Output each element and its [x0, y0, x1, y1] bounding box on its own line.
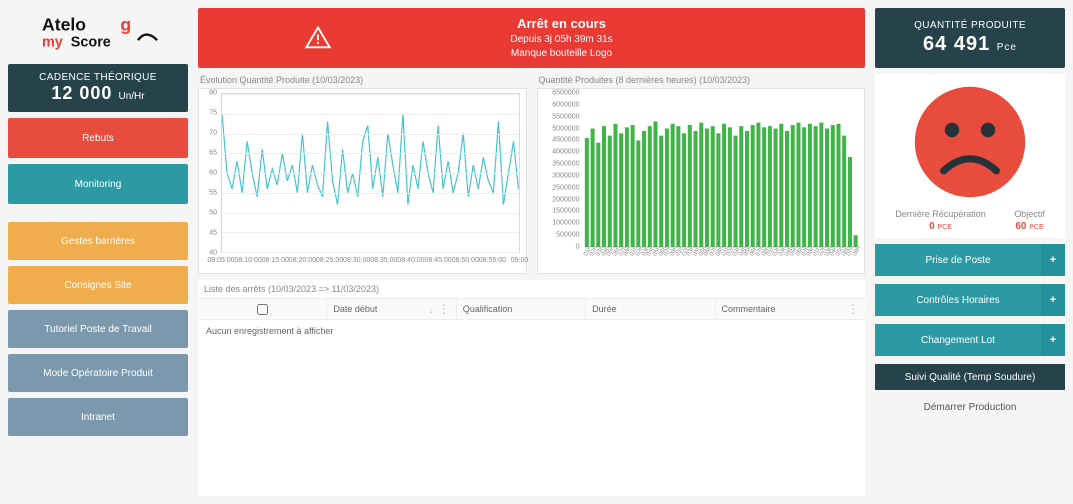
cadence-value: 12 000: [51, 83, 112, 103]
metric2-value: 60: [1015, 221, 1026, 232]
quantity-panel: QUANTITÉ PRODUITE 64 491 Pce: [875, 8, 1065, 68]
bar-chart: 0500000100000015000002000000250000030000…: [537, 88, 866, 274]
left-nav-intranet[interactable]: Intranet: [8, 398, 188, 436]
action-suivi-qualit-temp-soudure-[interactable]: Suivi Qualité (Temp Soudure): [875, 364, 1065, 390]
svg-text:Score: Score: [71, 35, 111, 51]
svg-text:Atelo: Atelo: [42, 15, 86, 35]
quantity-unit: Pce: [997, 42, 1017, 53]
line-chart: 404550556065707580 08:05:0008:10:0008:15…: [198, 88, 527, 274]
left-nav-rebuts[interactable]: Rebuts: [8, 118, 188, 158]
sad-face-icon: [910, 82, 1030, 202]
brand-logo: Atelo g my Score: [8, 8, 188, 58]
alert-since: Depuis 3j 05h 39m 31s: [438, 33, 685, 47]
left-nav-tutoriel-poste-de-travail[interactable]: Tutoriel Poste de Travail: [8, 310, 188, 348]
cadence-unit: Un/Hr: [118, 91, 144, 102]
left-nav-consignes-site[interactable]: Consignes Site: [8, 266, 188, 304]
empty-message: Aucun enregistrement à afficher: [198, 320, 865, 342]
action-prise-de-poste[interactable]: Prise de Poste+: [875, 244, 1065, 276]
col-menu-icon[interactable]: ⋮: [438, 302, 450, 316]
metric1-label: Dernière Récupération: [895, 209, 986, 219]
cadence-panel: CADENCE THÉORIQUE 12 000 Un/Hr: [8, 64, 188, 112]
warning-icon: [304, 24, 332, 52]
plus-icon[interactable]: +: [1041, 244, 1065, 276]
action-contr-les-horaires[interactable]: Contrôles Horaires+: [875, 284, 1065, 316]
left-nav-gestes-barri-res[interactable]: Gestes barrières: [8, 222, 188, 260]
col-menu-icon[interactable]: ⋮: [847, 303, 859, 315]
metric1-value: 0: [929, 221, 935, 232]
col-date[interactable]: Date début↓ ⋮: [327, 299, 456, 319]
alert-banner: Arrêt en cours Depuis 3j 05h 39m 31s Man…: [198, 8, 865, 68]
plus-icon[interactable]: +: [1041, 324, 1065, 356]
action-changement-lot[interactable]: Changement Lot+: [875, 324, 1065, 356]
quantity-value: 64 491: [923, 33, 990, 55]
plus-icon[interactable]: +: [1041, 284, 1065, 316]
alert-title: Arrêt en cours: [438, 15, 685, 33]
chart1-title: Évolution Quantité Produite (10/03/2023): [198, 74, 527, 88]
left-nav-mode-op-ratoire-produit[interactable]: Mode Opératoire Produit: [8, 354, 188, 392]
selectall-checkbox[interactable]: [257, 304, 268, 315]
quantity-label: QUANTITÉ PRODUITE: [875, 20, 1065, 31]
metric2-label: Objectif: [1014, 209, 1045, 219]
status-face-panel: Dernière Récupération 0 PCE Objectif 60 …: [875, 74, 1065, 238]
svg-text:my: my: [42, 35, 63, 51]
col-duration[interactable]: Durée: [586, 299, 715, 319]
cadence-label: CADENCE THÉORIQUE: [39, 72, 157, 83]
left-nav-monitoring[interactable]: Monitoring: [8, 164, 188, 204]
stops-list: Liste des arrêts (10/03/2023 => 11/03/20…: [198, 280, 865, 496]
stops-list-title: Liste des arrêts (10/03/2023 => 11/03/20…: [198, 280, 865, 298]
alert-reason: Manque bouteille Logo: [438, 47, 685, 61]
col-qualification[interactable]: Qualification: [457, 299, 586, 319]
col-comment[interactable]: Commentaire⋮: [716, 299, 866, 319]
start-production-link[interactable]: Démarrer Production: [875, 396, 1065, 419]
svg-text:g: g: [120, 15, 131, 35]
chart2-title: Quantité Produites (8 dernières heures) …: [537, 74, 866, 88]
